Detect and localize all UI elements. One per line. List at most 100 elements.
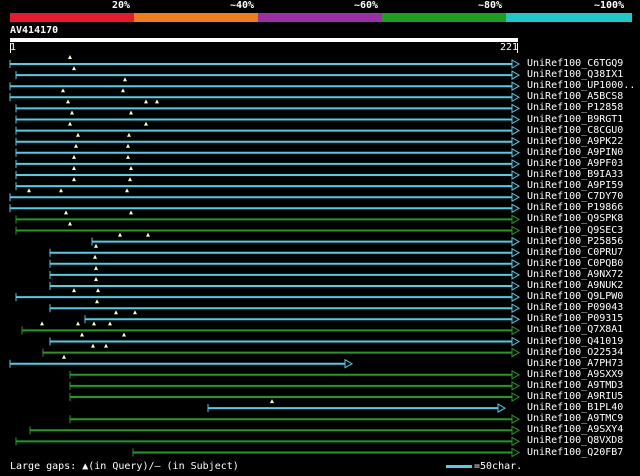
hit-row[interactable] — [9, 354, 354, 369]
hit-label[interactable]: UniRef100_O22534 — [527, 347, 623, 358]
hit-label[interactable]: UniRef100_C0PRU7 — [527, 247, 623, 258]
arrow-right-icon — [511, 325, 521, 336]
query-gap-marker — [94, 265, 98, 270]
hit-label[interactable]: UniRef100_A9SXY4 — [527, 424, 623, 435]
hit-label[interactable]: UniRef100_A9PI59 — [527, 180, 623, 191]
arrow-right-icon — [511, 436, 521, 447]
hit-row[interactable] — [49, 243, 521, 258]
query-gap-marker — [70, 110, 74, 115]
hit-row[interactable] — [15, 99, 521, 114]
arrow-right-icon — [511, 170, 521, 180]
hit-label[interactable]: UniRef100_A5BCS8 — [527, 91, 623, 102]
hit-label[interactable]: UniRef100_A9NUK2 — [527, 280, 623, 291]
hit-label[interactable]: UniRef100_C7DY70 — [527, 191, 623, 202]
hit-row[interactable] — [207, 399, 507, 413]
hit-label[interactable]: UniRef100_P09043 — [527, 302, 623, 313]
hit-row[interactable] — [9, 88, 521, 103]
query-gap-marker — [128, 177, 132, 182]
hit-label[interactable]: UniRef100_C6TGQ9 — [527, 58, 623, 69]
hit-row[interactable] — [15, 288, 521, 302]
query-gap-marker — [125, 188, 129, 193]
arrow-right-icon — [511, 281, 521, 291]
query-gap-marker — [93, 254, 97, 259]
hit-row[interactable] — [15, 436, 521, 447]
query-gap-marker — [64, 210, 68, 215]
hit-row[interactable] — [15, 110, 521, 125]
hit-label[interactable]: UniRef100_B1PL40 — [527, 402, 623, 413]
arrow-right-icon — [344, 358, 354, 369]
hit-row[interactable] — [69, 392, 521, 402]
hit-label[interactable]: UniRef100_Q9LPW0 — [527, 291, 623, 302]
hit-row[interactable] — [15, 154, 521, 169]
hit-row[interactable] — [49, 299, 521, 314]
hit-row[interactable] — [9, 77, 521, 92]
hit-row[interactable] — [29, 425, 521, 436]
hit-label[interactable]: UniRef100_B9IA33 — [527, 169, 623, 180]
query-gap-marker — [122, 332, 126, 337]
arrow-right-icon — [511, 203, 521, 214]
query-gap-marker — [146, 232, 150, 237]
hit-label[interactable]: UniRef100_A9RIU5 — [527, 391, 623, 402]
hit-label[interactable]: UniRef100_UP1000.. — [527, 80, 635, 91]
hit-row[interactable] — [49, 277, 521, 291]
hit-label[interactable]: UniRef100_Q9SEC3 — [527, 225, 623, 236]
hit-label[interactable]: UniRef100_Q8VXD8 — [527, 435, 623, 446]
hit-label[interactable]: UniRef100_C8CGU0 — [527, 125, 623, 136]
hit-row[interactable] — [15, 166, 521, 180]
hit-row[interactable] — [49, 254, 521, 269]
hit-row[interactable] — [15, 221, 521, 236]
hit-row[interactable] — [91, 232, 521, 247]
hit-label[interactable]: UniRef100_A9SXX9 — [527, 369, 623, 380]
hit-row[interactable] — [69, 369, 521, 380]
hit-row[interactable] — [15, 143, 521, 158]
hit-row[interactable] — [84, 310, 521, 325]
hit-label[interactable]: UniRef100_A7PH73 — [527, 358, 623, 369]
hit-label[interactable]: UniRef100_P12858 — [527, 102, 623, 113]
query-gap-marker — [129, 210, 133, 215]
hit-row[interactable] — [49, 265, 521, 280]
hit-label[interactable]: UniRef100_C0PQB0 — [527, 258, 623, 269]
query-gap-marker — [133, 310, 137, 315]
hit-row[interactable] — [132, 447, 521, 458]
hit-label[interactable]: UniRef100_Q38IX1 — [527, 69, 623, 80]
hit-row[interactable] — [69, 381, 521, 391]
hit-label[interactable]: UniRef100_A9PIN0 — [527, 147, 623, 158]
arrow-right-icon — [511, 314, 521, 325]
hit-label[interactable]: UniRef100_A9PF03 — [527, 158, 623, 169]
arrow-right-icon — [511, 347, 521, 358]
hit-label[interactable]: UniRef100_P19866 — [527, 202, 623, 213]
query-gap-marker — [68, 221, 72, 226]
scale-line-icon — [446, 464, 472, 468]
hit-row[interactable] — [69, 414, 521, 425]
arrow-right-icon — [511, 425, 521, 436]
hit-row[interactable] — [15, 132, 521, 147]
query-gap-marker — [121, 88, 125, 93]
hit-row[interactable] — [15, 66, 521, 80]
hit-label[interactable]: UniRef100_Q9SPK8 — [527, 213, 623, 224]
hit-label[interactable]: UniRef100_Q20FB7 — [527, 447, 623, 458]
hit-label[interactable]: UniRef100_P09315 — [527, 313, 623, 324]
arrow-right-icon — [511, 447, 521, 458]
hit-label[interactable]: UniRef100_A9TMD3 — [527, 380, 623, 391]
query-gap-marker — [129, 166, 133, 170]
hit-row[interactable] — [49, 332, 521, 347]
hit-row[interactable] — [9, 203, 521, 214]
hit-row[interactable] — [15, 210, 521, 225]
hit-label[interactable]: UniRef100_Q7X8A1 — [527, 324, 623, 335]
hit-label[interactable]: UniRef100_A9PK22 — [527, 136, 623, 147]
hit-row[interactable] — [42, 343, 521, 358]
query-gap-marker — [80, 332, 84, 337]
hit-label[interactable]: UniRef100_P25856 — [527, 236, 623, 247]
arrow-right-icon — [511, 181, 521, 191]
hit-row[interactable] — [15, 121, 521, 136]
hit-label[interactable]: UniRef100_B9RGT1 — [527, 114, 623, 125]
hit-row[interactable] — [15, 177, 521, 191]
hit-row[interactable] — [9, 55, 521, 69]
hit-label[interactable]: UniRef100_A9TMC9 — [527, 413, 623, 424]
hit-row[interactable] — [9, 188, 521, 203]
query-gap-marker — [108, 321, 112, 326]
hit-label[interactable]: UniRef100_Q41019 — [527, 336, 623, 347]
hit-row[interactable] — [21, 321, 521, 336]
arrow-right-icon — [511, 147, 521, 158]
hit-label[interactable]: UniRef100_A9NX72 — [527, 269, 623, 280]
